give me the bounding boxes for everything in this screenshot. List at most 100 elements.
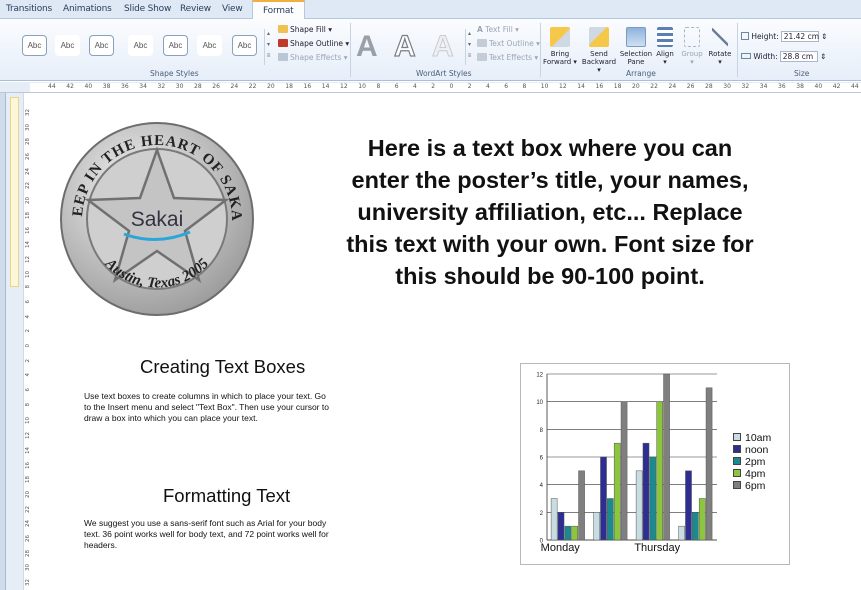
ruler-tick-label: 26	[686, 83, 695, 90]
wordart-style-1[interactable]: A	[356, 30, 378, 64]
shape-style-thumb[interactable]: Abc	[55, 35, 80, 56]
bar	[564, 525, 572, 541]
ruler-tick-label: 2	[467, 83, 472, 90]
title-line: this text with your own. Font size for	[346, 231, 754, 257]
shape-style-thumb[interactable]: Abc	[89, 35, 114, 56]
ruler-tick-label: 44	[851, 83, 859, 90]
shape-effects-button[interactable]: Shape Effects ▾	[278, 53, 348, 62]
poster-title-textbox[interactable]: Here is a text box where you can enter t…	[270, 132, 830, 292]
ruler-selection-highlight	[10, 97, 19, 287]
sakai-logo[interactable]: DEEP IN THE HEART OF SAKAI Austin, Texas…	[58, 120, 256, 318]
align-icon	[657, 27, 673, 47]
y-tick-label: 10	[536, 400, 543, 406]
width-field[interactable]: Width: 28.8 cm ⇕	[741, 51, 826, 62]
y-tick-label: 2	[540, 511, 544, 517]
legend-item: 6pm	[733, 480, 765, 492]
bar	[607, 498, 614, 541]
ruler-tick-label: 16	[303, 83, 312, 90]
ruler-tick-label: 26	[212, 83, 220, 90]
ruler-tick-label: 40	[814, 83, 823, 90]
text-fill-button[interactable]: A Text Fill ▾	[477, 25, 519, 34]
body-line: headers.	[84, 540, 118, 550]
ruler-tick-label: 16	[595, 83, 604, 90]
text-fill-icon: A	[477, 25, 483, 34]
tab-format[interactable]: Format	[252, 0, 305, 20]
shape-style-thumb[interactable]: Abc	[197, 35, 222, 56]
ruler-tick-label: 6	[394, 83, 399, 90]
bar	[635, 470, 643, 541]
ruler-tick-label: 30	[175, 83, 184, 90]
ruler-tick-label: 6	[504, 83, 509, 90]
send-backward-button[interactable]: Send Backward ▾	[581, 27, 617, 74]
group-icon	[684, 27, 700, 47]
x-tick-label: Thursday	[634, 542, 680, 554]
tab-animations[interactable]: Animations	[63, 4, 112, 14]
shape-style-thumb[interactable]: Abc	[22, 35, 47, 56]
shape-style-thumb[interactable]: Abc	[128, 35, 153, 56]
title-line: this should be 90-100 point.	[395, 263, 705, 289]
group-label-wordart: WordArt Styles	[416, 69, 472, 78]
ruler-tick-label: 8	[376, 83, 381, 90]
height-field[interactable]: Height: 21.42 cm ⇕	[741, 31, 827, 42]
ruler-tick-label: 2	[431, 83, 436, 90]
legend-item: 4pm	[733, 468, 765, 480]
shape-fill-button[interactable]: Shape Fill ▾	[278, 25, 332, 34]
rotate-button[interactable]: Rotate ▾	[705, 27, 735, 66]
section-body-textbox[interactable]: We suggest you use a sans-serif font suc…	[84, 518, 404, 551]
ruler-tick-label: 24	[668, 83, 677, 90]
logo-center-text: Sakai	[131, 208, 184, 231]
tab-transitions[interactable]: Transitions	[6, 4, 52, 14]
ruler-tick-label: 4	[413, 83, 417, 90]
section-body-textbox[interactable]: Use text boxes to create columns in whic…	[84, 391, 404, 424]
ruler-tick-label: 42	[832, 83, 841, 90]
gallery-scroll[interactable]: ▴ ▾ ≡	[264, 29, 272, 65]
chart-object[interactable]: 0 2 4 6 8 10 12 Monday Thursday 10am noon 2pm 4pm 6p…	[520, 363, 790, 565]
ruler-tick-label: 32	[741, 83, 750, 90]
height-input[interactable]: 21.42 cm	[780, 31, 819, 42]
tab-view[interactable]: View	[222, 4, 243, 14]
shape-outline-button[interactable]: Shape Outline ▾	[278, 39, 349, 48]
tab-slide-show[interactable]: Slide Show	[124, 4, 171, 14]
body-line: We suggest you use a sans-serif font suc…	[84, 518, 327, 528]
ruler-tick-label: 42	[66, 83, 74, 90]
wordart-style-3[interactable]: A	[432, 30, 455, 64]
bring-forward-button[interactable]: Bring Forward ▾	[542, 27, 578, 66]
y-tick-label: 12	[536, 373, 543, 379]
ruler-tick-label: 36	[778, 83, 786, 90]
section-heading[interactable]: Formatting Text	[163, 485, 290, 507]
group-divider	[737, 23, 738, 77]
tab-review[interactable]: Review	[180, 4, 211, 14]
bar	[642, 442, 650, 541]
body-line: to the Insert menu and select "Text Box"…	[84, 402, 329, 412]
shape-style-thumb[interactable]: Abc	[163, 35, 188, 56]
legend-swatch	[733, 457, 741, 465]
bar	[698, 498, 706, 541]
bar	[678, 525, 685, 541]
wordart-style-2[interactable]: A	[393, 29, 416, 64]
ruler-tick-label: 4	[486, 83, 490, 90]
legend-item: 2pm	[733, 456, 765, 468]
width-input[interactable]: 28.8 cm	[779, 51, 818, 62]
bar	[685, 470, 692, 541]
y-tick-label: 4	[540, 483, 544, 489]
width-spinner[interactable]: ⇕	[820, 52, 826, 61]
bar	[620, 401, 628, 541]
section-heading[interactable]: Creating Text Boxes	[140, 356, 305, 378]
ruler-tick-label: 44	[48, 83, 56, 90]
horizontal-ruler: 44 42 40 38 36 34 32 30 28 26 24 22 20 18 16 14 12 10 8 6 4 2…	[0, 82, 861, 93]
height-spinner[interactable]: ⇕	[821, 32, 827, 41]
wordart-scroll[interactable]: ▴ ▾ ≡	[465, 29, 473, 65]
width-icon	[741, 53, 751, 59]
selection-pane-icon	[626, 27, 646, 47]
text-outline-button[interactable]: Text Outline ▾	[477, 39, 540, 48]
ruler-tick-label: 38	[102, 83, 111, 90]
align-button[interactable]: Align ▾	[651, 27, 679, 66]
selection-pane-button[interactable]: Selection Pane	[618, 27, 654, 66]
bar	[649, 456, 657, 541]
ruler-track	[30, 83, 861, 92]
ruler-tick-label: 30	[723, 83, 731, 90]
text-effects-button[interactable]: Text Effects ▾	[477, 53, 538, 62]
group-button[interactable]: Group ▾	[677, 27, 707, 66]
shape-style-thumb[interactable]: Abc	[232, 35, 257, 56]
ruler-tick-label: 38	[796, 83, 804, 90]
